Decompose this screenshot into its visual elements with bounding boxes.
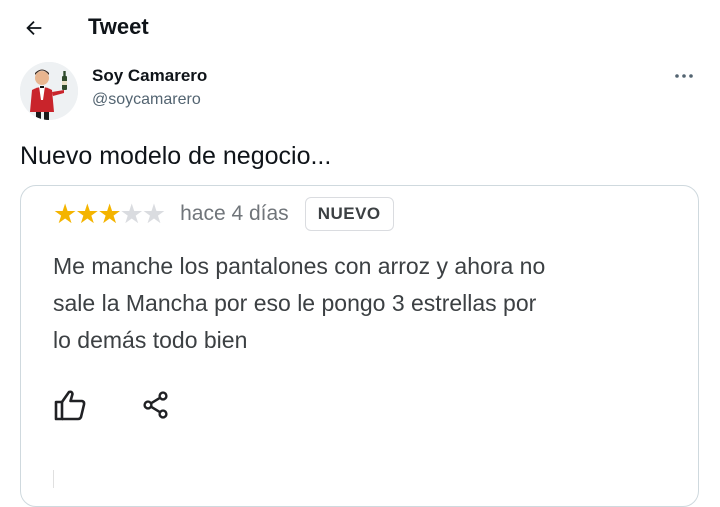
more-options-button[interactable] bbox=[670, 64, 698, 88]
review-line: Me manche los pantalones con arroz y aho… bbox=[53, 253, 546, 279]
waiter-avatar-icon bbox=[20, 62, 78, 120]
author-display-name[interactable]: Soy Camarero bbox=[92, 66, 207, 86]
star-filled-icon: ★ bbox=[97, 198, 121, 229]
page-title: Tweet bbox=[88, 14, 149, 39]
divider bbox=[53, 470, 54, 488]
star-empty-icon: ★ bbox=[141, 198, 166, 229]
avatar[interactable] bbox=[20, 62, 78, 120]
back-button[interactable] bbox=[18, 12, 50, 44]
new-badge: NUEVO bbox=[304, 197, 394, 231]
more-dots-icon bbox=[675, 74, 693, 78]
tweet-author: Soy Camarero @soycamarero bbox=[20, 62, 700, 122]
arrow-left-icon bbox=[26, 20, 42, 36]
star-filled-icon: ★ bbox=[53, 198, 77, 229]
review-line: lo demás todo bien bbox=[53, 327, 248, 353]
review-date: hace 4 días bbox=[180, 202, 289, 225]
thumbs-up-icon bbox=[54, 390, 86, 421]
star-empty-icon: ★ bbox=[119, 198, 144, 229]
share-icon bbox=[143, 391, 168, 419]
star-rating: ★ ★ ★ ★ ★ bbox=[53, 198, 166, 229]
review-text: Me manche los pantalones con arroz y aho… bbox=[53, 248, 653, 359]
author-handle[interactable]: @soycamarero bbox=[92, 91, 201, 109]
tweet-media-image[interactable]: ★ ★ ★ ★ ★ hace 4 días NUEVO Me manche los pa… bbox=[20, 185, 699, 507]
review-line: sale la Mancha por eso le pongo 3 estrel… bbox=[53, 290, 537, 316]
like-button[interactable] bbox=[51, 386, 89, 424]
star-filled-icon: ★ bbox=[75, 198, 99, 229]
tweet-text: Nuevo modelo de negocio... bbox=[20, 142, 332, 170]
top-bar: Tweet bbox=[0, 0, 720, 56]
share-button[interactable] bbox=[137, 386, 175, 424]
review-header: ★ ★ ★ ★ ★ hace 4 días NUEVO bbox=[53, 196, 394, 232]
